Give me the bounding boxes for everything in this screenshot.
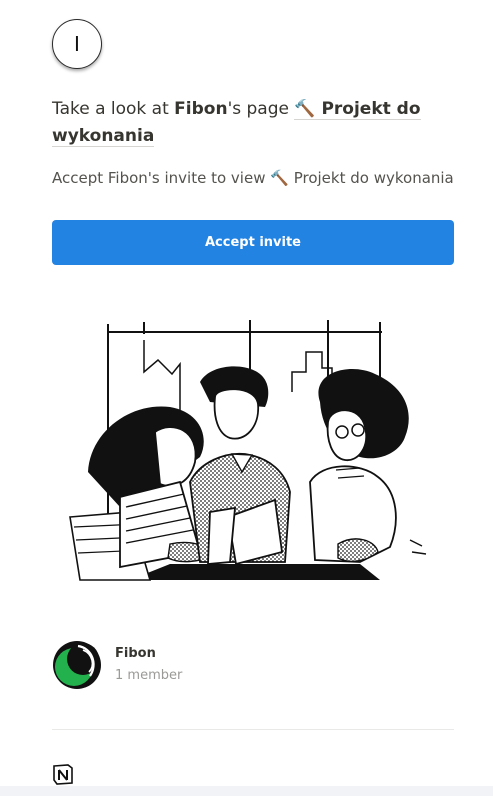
invite-subtitle: Accept Fibon's invite to view 🔨 Projekt … bbox=[52, 167, 462, 189]
user-avatar: I bbox=[52, 19, 102, 69]
accept-invite-button[interactable]: Accept invite bbox=[52, 220, 454, 265]
hammer-icon: 🔨 bbox=[294, 99, 316, 119]
avatar-letter: I bbox=[74, 32, 80, 56]
divider bbox=[52, 729, 454, 730]
hammer-icon: 🔨 bbox=[270, 169, 289, 187]
accept-invite-label: Accept invite bbox=[204, 235, 301, 250]
title-middle: 's page bbox=[227, 99, 295, 119]
owner-name: Fibon bbox=[174, 99, 228, 119]
people-collaborating-illustration bbox=[69, 320, 427, 581]
subtitle-page-name: Projekt do wykonania bbox=[293, 169, 454, 187]
notion-logo-icon[interactable] bbox=[52, 763, 74, 785]
footer-band bbox=[0, 786, 493, 796]
green-crescent-icon bbox=[53, 641, 101, 689]
invite-title: Take a look at Fibon's page 🔨 Projekt do… bbox=[52, 96, 452, 150]
workspace-name: Fibon bbox=[115, 646, 156, 661]
title-prefix: Take a look at bbox=[52, 99, 175, 119]
workspace-member-count: 1 member bbox=[115, 668, 183, 683]
subtitle-prefix: Accept Fibon's invite to view bbox=[52, 169, 271, 187]
